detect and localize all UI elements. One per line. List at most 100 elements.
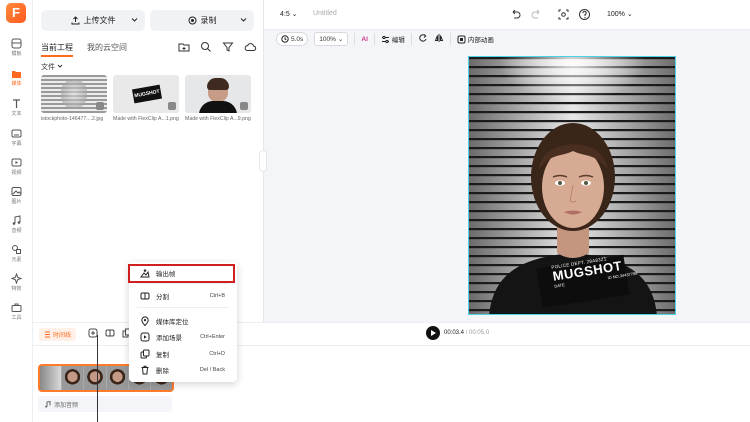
rail-item-tools[interactable]: 工具 <box>0 300 33 328</box>
media-thumbnail[interactable] <box>185 75 251 113</box>
media-file-name: istockphoto-146477....2.jpg <box>41 116 104 122</box>
menu-shortcut: Ctrl+D <box>209 351 225 357</box>
rotate-icon[interactable] <box>418 33 428 45</box>
clock-icon <box>281 35 289 43</box>
add-scene-icon <box>140 332 150 342</box>
checkbox-icon[interactable] <box>240 102 248 110</box>
playhead[interactable] <box>97 335 98 422</box>
scale-select[interactable]: 100% ⌄ <box>314 32 349 46</box>
folder-icon <box>12 71 21 78</box>
menu-item-label: 添加场景 <box>156 335 182 342</box>
clip-toolbar: 5.0s 100% ⌄ AI 编辑 内部动画 <box>276 30 494 48</box>
rail-label: 元素 <box>11 257 22 263</box>
record-button[interactable]: 录制 <box>150 10 254 31</box>
aspect-ratio-value: 4:5 <box>280 11 290 18</box>
checkbox-icon[interactable] <box>168 102 176 110</box>
rail-label: 文本 <box>11 111 22 117</box>
new-folder-icon[interactable] <box>177 40 191 54</box>
rail-item-media[interactable]: 媒体 <box>0 66 33 94</box>
menu-item-locate-in-library[interactable]: 媒体库定位 <box>129 313 237 329</box>
scale-value: 100% <box>319 35 336 43</box>
rail-item-effects[interactable]: 特效 <box>0 271 33 299</box>
chevron-down-icon <box>57 64 63 68</box>
menu-item-label: 复制 <box>156 352 169 359</box>
redo-icon[interactable] <box>530 8 543 21</box>
checkbox-icon[interactable] <box>96 102 104 110</box>
screenshot-icon[interactable] <box>557 8 570 21</box>
editor-app: F 模板 媒体 文本 字幕 视频 图片 音频 元素 特效 工具 上传文件 录制 … <box>0 0 750 422</box>
menu-item-copy[interactable]: 复制 Ctrl+D <box>129 346 237 362</box>
menu-divider <box>137 283 229 284</box>
video-canvas[interactable]: POLICE DEPT. 28A8321 MUGSHOT DATE ID NO.… <box>468 56 676 315</box>
undo-icon[interactable] <box>509 8 522 21</box>
tab-my-cloud[interactable]: 我的云空间 <box>87 42 127 57</box>
media-thumbnail[interactable]: MUGSHOT <box>113 75 179 113</box>
tab-current-project[interactable]: 当前工程 <box>41 42 73 57</box>
split-clip-icon[interactable] <box>105 328 115 338</box>
current-time: 00:03.4 <box>444 330 465 336</box>
rail-item-subtitle[interactable]: 字幕 <box>0 126 33 154</box>
zoom-select[interactable]: 100% ⌄ <box>607 10 633 18</box>
toolbar-divider <box>410 33 412 45</box>
add-audio-label: 添加音频 <box>54 402 79 409</box>
rail-label: 特效 <box>11 286 22 292</box>
location-icon <box>141 316 149 326</box>
project-title[interactable]: Untitled <box>313 10 337 17</box>
app-logo[interactable]: F <box>6 3 26 23</box>
duration-value: 5.0s <box>291 35 304 43</box>
grid-icon <box>11 38 22 49</box>
zoom-value: 100% <box>607 11 625 18</box>
menu-item-label: 分割 <box>156 294 169 301</box>
media-file-name: Made with FlexClip A...9.png <box>185 116 251 122</box>
menu-item-label: 删除 <box>156 368 169 375</box>
clip-frame <box>84 366 107 390</box>
rail-item-audio[interactable]: 音频 <box>0 213 33 241</box>
toolbar-divider <box>373 33 375 45</box>
help-icon[interactable] <box>578 8 591 21</box>
menu-shortcut: Ctrl+Enter <box>200 334 225 340</box>
chevron-down-icon <box>131 18 138 22</box>
rail-item-image[interactable]: 图片 <box>0 184 33 212</box>
files-section-header[interactable]: 文件 <box>41 62 63 72</box>
flip-icon[interactable] <box>434 33 444 45</box>
menu-item-split[interactable]: 分割 Ctrl+B <box>129 288 237 304</box>
cloud-icon[interactable] <box>243 40 257 54</box>
timeline-toggle[interactable]: 时间线 <box>39 328 77 341</box>
music-icon <box>45 400 51 408</box>
record-label: 录制 <box>200 16 217 25</box>
rail-item-elements[interactable]: 元素 <box>0 242 33 270</box>
menu-item-delete[interactable]: 删除 Del / Back <box>129 362 237 378</box>
rail-item-template[interactable]: 模板 <box>0 36 33 64</box>
add-audio-button[interactable]: 添加音频 <box>38 396 172 412</box>
upload-label: 上传文件 <box>83 16 116 25</box>
media-file-name: Made with FlexClip A...1.png <box>113 116 179 122</box>
rail-label: 图片 <box>11 199 22 205</box>
inner-animation-button[interactable]: 内部动画 <box>457 34 494 44</box>
rail-label: 工具 <box>11 315 22 321</box>
media-tabs: 当前工程 我的云空间 <box>41 42 127 57</box>
filter-icon[interactable] <box>221 40 235 54</box>
media-thumbnail[interactable] <box>41 75 107 113</box>
files-label: 文件 <box>41 64 55 71</box>
edit-button[interactable]: 编辑 <box>381 34 405 44</box>
top-bar: 4:5 ⌄ Untitled 100% ⌄ <box>264 0 750 30</box>
menu-item-add-scene[interactable]: 添加场景 Ctrl+Enter <box>129 329 237 345</box>
search-icon[interactable] <box>199 40 213 54</box>
total-time: / 00:05.0 <box>465 330 490 336</box>
split-icon <box>140 292 150 300</box>
rail-item-text[interactable]: 文本 <box>0 96 33 124</box>
play-button[interactable] <box>426 326 440 340</box>
toolbox-icon <box>11 303 22 312</box>
ai-tools-icon[interactable]: AI <box>361 36 368 43</box>
rail-item-video[interactable]: 视频 <box>0 155 33 183</box>
upload-button[interactable]: 上传文件 <box>41 10 145 31</box>
duration-control[interactable]: 5.0s <box>276 32 309 46</box>
highlight-box <box>128 264 235 283</box>
aspect-ratio-select[interactable]: 4:5 ⌄ <box>280 10 298 18</box>
animation-icon <box>457 35 466 43</box>
toolbar-divider <box>354 33 356 45</box>
collapse-panel-handle[interactable] <box>259 150 267 172</box>
subtitle-icon <box>11 129 22 138</box>
effects-icon <box>11 273 22 284</box>
clip-frame <box>40 366 63 390</box>
